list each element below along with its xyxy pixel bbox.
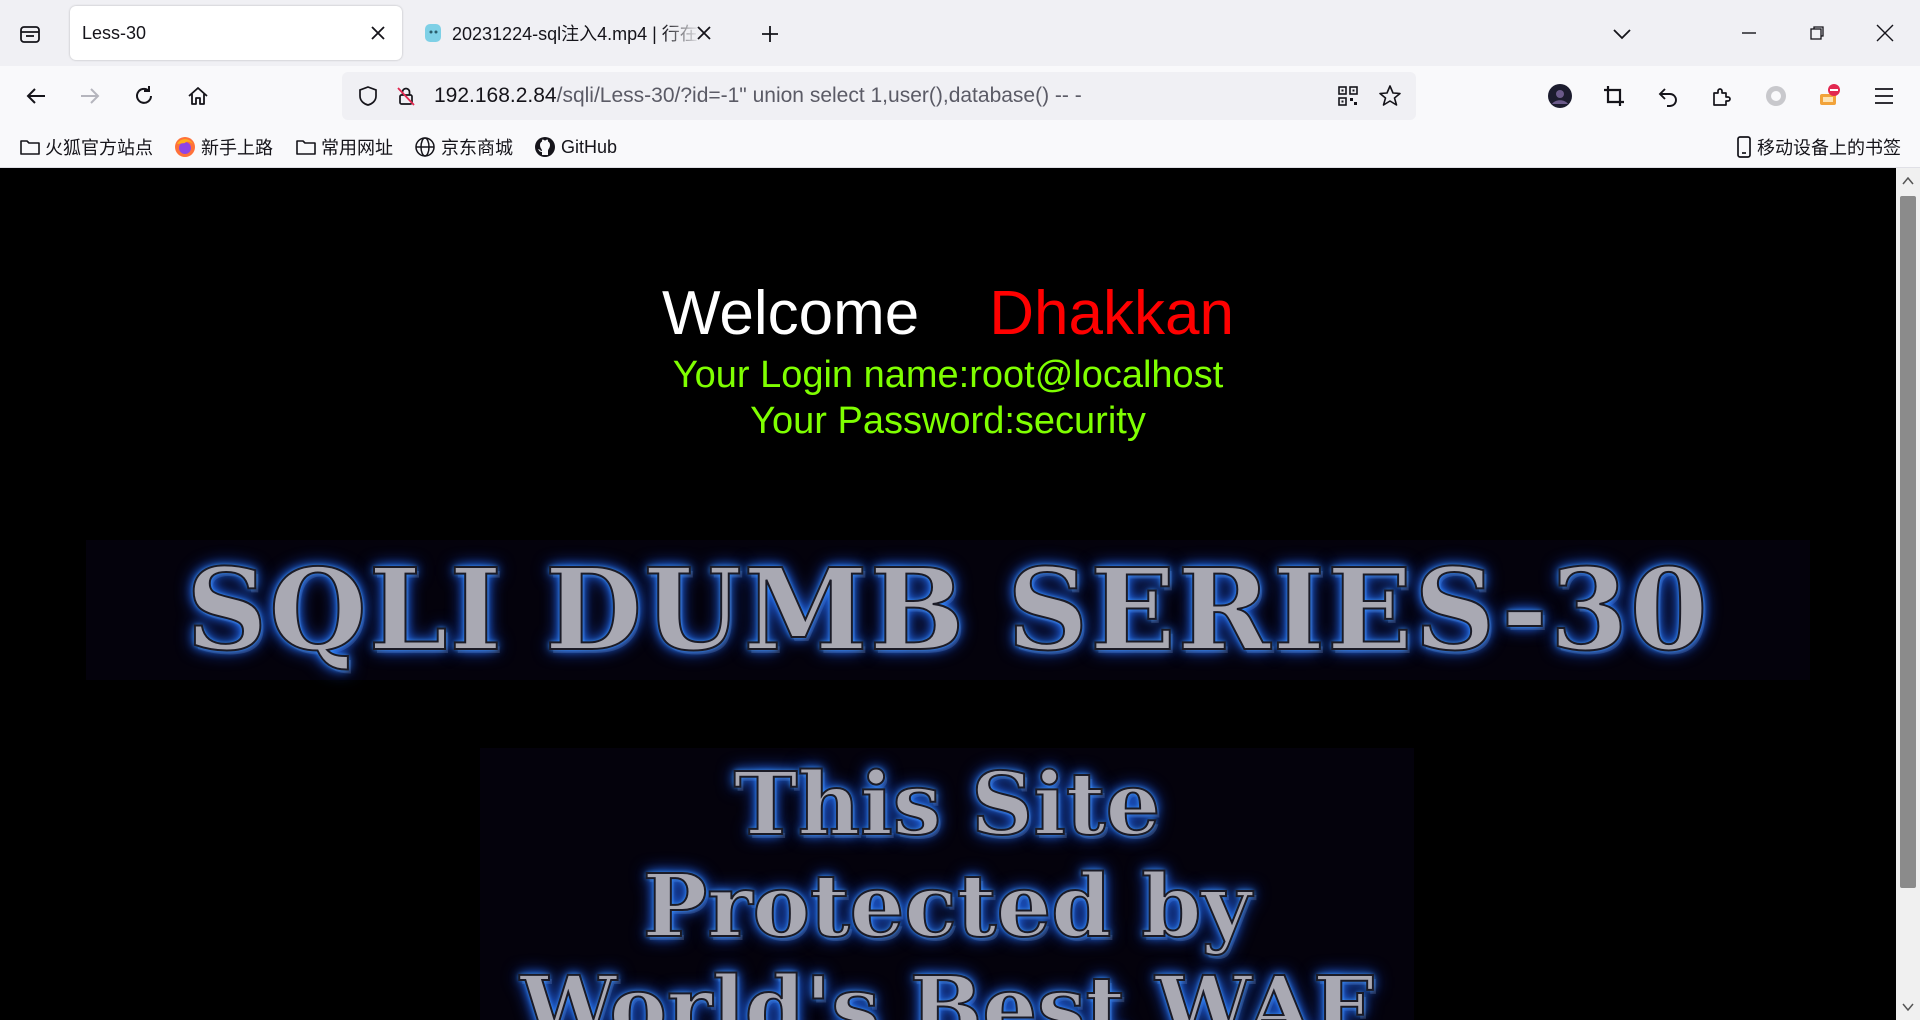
back-button[interactable] (18, 78, 54, 114)
reload-button[interactable] (126, 78, 162, 114)
url-bar[interactable]: 192.168.2.84/sqli/Less-30/?id=-1" union … (342, 72, 1416, 120)
hamburger-icon (1875, 88, 1893, 104)
waf-line-3: World's Best WAF (519, 957, 1375, 1020)
tab-close-button[interactable] (690, 19, 718, 47)
new-tab-button[interactable] (752, 16, 788, 52)
mobile-bookmarks-label: 移动设备上的书签 (1757, 138, 1901, 158)
qr-code-icon[interactable] (1334, 82, 1362, 110)
close-icon (371, 26, 385, 40)
bookmark-getting-started[interactable]: 新手上路 (174, 135, 273, 159)
home-button[interactable] (180, 78, 216, 114)
url-path: /sqli/Less-30/?id=-1" union select 1,use… (556, 84, 1082, 107)
chevron-down-icon (1613, 29, 1631, 40)
avatar-icon (1548, 84, 1572, 108)
folder-icon (20, 140, 40, 155)
firefox-view-icon (20, 26, 40, 43)
shield-icon[interactable] (354, 82, 382, 110)
firefox-icon (175, 137, 195, 157)
tab-title: 20231224-sql注入4.mp4 | 行在 (452, 24, 698, 44)
arrow-left-icon (26, 88, 45, 104)
bookmark-star-icon[interactable] (1376, 82, 1404, 110)
reload-icon (136, 86, 152, 104)
minimize-button[interactable] (1722, 8, 1776, 58)
waf-banner-image: This Site Protected by World's Best WAF (480, 748, 1414, 1020)
restore-button[interactable] (1790, 8, 1844, 58)
plus-icon (762, 26, 778, 42)
menu-button[interactable] (1866, 78, 1902, 114)
bookmark-jd-mall[interactable]: 京东商城 (414, 135, 513, 159)
puzzle-icon (1713, 88, 1731, 106)
username-text: Dhakkan (989, 279, 1234, 348)
waf-line-1: This Site (733, 753, 1162, 856)
password-text: Your Password:security (750, 400, 1146, 442)
list-all-tabs-button[interactable] (1604, 16, 1640, 52)
page-scrollbar[interactable] (1896, 168, 1920, 1020)
series-title-banner: SQLI DUMB SERIES-30 (86, 540, 1810, 680)
mobile-phone-icon (1737, 136, 1751, 158)
screenshot-button[interactable] (1596, 78, 1632, 114)
bilibili-tv-icon (425, 24, 441, 42)
tab-less-30[interactable]: Less-30 (70, 6, 402, 60)
blocked-extension-button[interactable] (1812, 78, 1848, 114)
bookmark-firefox-official[interactable]: 火狐官方站点 (20, 135, 153, 159)
tab-strip: Less-30 20231224-sql注入4.mp4 | 行在 (0, 0, 1920, 66)
close-icon (1876, 24, 1894, 42)
forward-button[interactable] (72, 78, 108, 114)
firefox-view-button[interactable] (12, 16, 48, 52)
bookmark-label: GitHub (561, 136, 618, 157)
bookmarks-toolbar: 火狐官方站点 新手上路 常用网址 京东商城 GitHub 移动设备上的书签 (0, 126, 1920, 168)
bookmark-common-sites[interactable]: 常用网址 (296, 135, 393, 159)
bookmark-github[interactable]: GitHub (534, 135, 617, 159)
triangle-up-icon (1902, 177, 1914, 185)
bookmark-label: 京东商城 (441, 138, 513, 158)
home-icon (188, 87, 208, 105)
bookmark-label: 火狐官方站点 (45, 138, 153, 158)
globe-icon (415, 137, 435, 157)
triangle-down-icon (1902, 1003, 1914, 1011)
minimize-icon (1742, 32, 1756, 34)
page-content: Welcome Dhakkan Your Login name:root@loca… (0, 168, 1896, 1020)
undo-arrow-icon (1658, 88, 1677, 107)
insecure-lock-icon[interactable] (392, 82, 420, 110)
crop-icon (1604, 86, 1624, 106)
waf-line-2: Protected by (642, 855, 1253, 958)
arrow-right-icon (81, 88, 100, 104)
tab-close-button[interactable] (364, 19, 392, 47)
url-text[interactable]: 192.168.2.84/sqli/Less-30/?id=-1" union … (434, 84, 1082, 108)
extensions-button[interactable] (1704, 78, 1740, 114)
bookmark-label: 常用网址 (321, 138, 393, 158)
url-host: 192.168.2.84 (434, 84, 557, 107)
login-name-text: Your Login name:root@localhost (672, 354, 1224, 396)
navigation-toolbar: 192.168.2.84/sqli/Less-30/?id=-1" union … (0, 66, 1920, 126)
scroll-up-button[interactable] (1896, 172, 1920, 190)
close-window-button[interactable] (1858, 8, 1912, 58)
welcome-text: Welcome (662, 279, 920, 348)
blocked-extension-icon (1820, 84, 1840, 105)
scrollbar-thumb[interactable] (1900, 196, 1916, 888)
record-button[interactable] (1758, 78, 1794, 114)
bookmark-label: 新手上路 (201, 138, 273, 158)
undo-button[interactable] (1650, 78, 1686, 114)
welcome-heading: Welcome Dhakkan (0, 278, 1896, 349)
scroll-down-button[interactable] (1896, 998, 1920, 1016)
folder-icon (296, 140, 316, 155)
mobile-bookmarks[interactable]: 移动设备上的书签 (1736, 135, 1901, 159)
series-title: SQLI DUMB SERIES-30 (185, 544, 1710, 677)
tab-title: Less-30 (82, 22, 147, 43)
tab-video[interactable]: 20231224-sql注入4.mp4 | 行在 (412, 6, 728, 60)
restore-icon (1810, 26, 1824, 40)
circle-icon (1766, 86, 1786, 106)
github-icon (535, 137, 555, 157)
extension-avatar-button[interactable] (1542, 78, 1578, 114)
close-icon (697, 26, 711, 40)
